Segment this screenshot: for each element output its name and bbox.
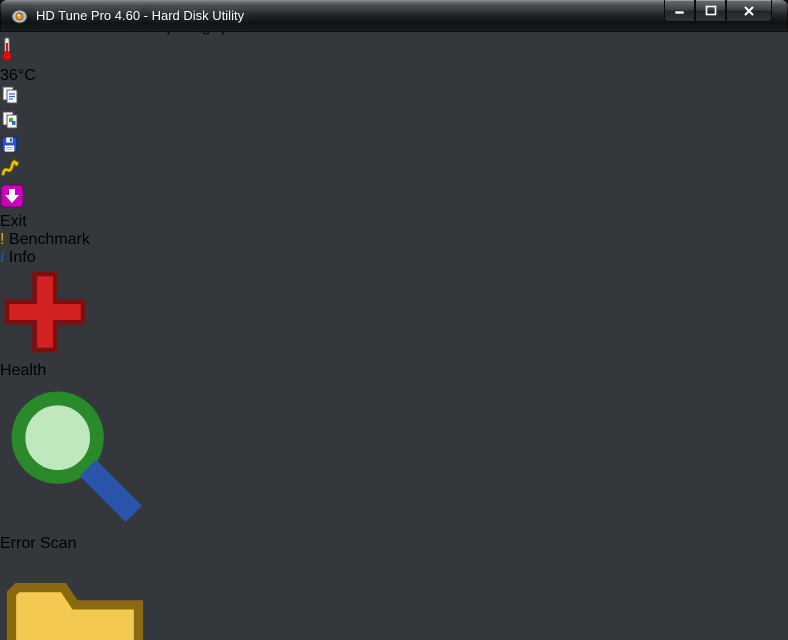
tab-label: Info	[8, 249, 36, 266]
title-bar[interactable]: HD Tune Pro 4.60 - Hard Disk Utility	[0, 0, 788, 32]
tab-label: Health	[0, 362, 47, 379]
app-icon	[11, 9, 28, 24]
copy-image-button[interactable]	[0, 110, 36, 135]
tab-folder-usage[interactable]: Folder Usage	[0, 553, 150, 640]
maximize-button[interactable]	[695, 0, 726, 22]
annotate-icon	[1, 159, 19, 176]
copy-text-button[interactable]	[0, 85, 36, 110]
window-controls	[664, 0, 772, 22]
minimize-button[interactable]	[664, 0, 695, 22]
save-button[interactable]	[0, 135, 36, 159]
annotate-button[interactable]	[0, 159, 36, 184]
benchmark-icon: !	[0, 231, 5, 248]
close-icon	[744, 6, 754, 15]
app-window: HD Tune Pro 4.60 - Hard Disk Utility 36°…	[0, 0, 788, 640]
temperature-value: 36°C	[0, 67, 36, 84]
window-title: HD Tune Pro 4.60 - Hard Disk Utility	[36, 8, 245, 23]
health-icon	[4, 271, 86, 353]
check-updates-button[interactable]	[0, 184, 36, 213]
thermometer-icon	[2, 37, 12, 61]
folder-usage-icon	[6, 583, 144, 640]
close-button[interactable]	[726, 0, 772, 22]
copy-text-icon	[2, 86, 18, 104]
exit-button-label: Exit	[0, 213, 27, 230]
minimize-icon	[674, 10, 685, 15]
temperature-button[interactable]	[0, 36, 34, 67]
save-icon	[1, 136, 18, 153]
info-icon: i	[0, 249, 5, 266]
tab-benchmark[interactable]: ! Benchmark	[0, 231, 142, 249]
exit-button[interactable]: Exit	[0, 213, 72, 231]
copy-image-icon	[2, 111, 18, 129]
window-content: File Help Corsair Force GT SSD (120 gB) …	[0, 0, 788, 640]
download-icon	[0, 184, 24, 208]
tab-health[interactable]: Health	[0, 267, 90, 380]
tab-info[interactable]: i Info	[0, 249, 91, 267]
tab-error-scan[interactable]: Error Scan	[0, 380, 150, 553]
tab-label: Error Scan	[0, 535, 77, 552]
tab-label: Benchmark	[8, 231, 90, 248]
error-scan-icon	[11, 391, 143, 523]
maximize-icon	[705, 5, 716, 16]
